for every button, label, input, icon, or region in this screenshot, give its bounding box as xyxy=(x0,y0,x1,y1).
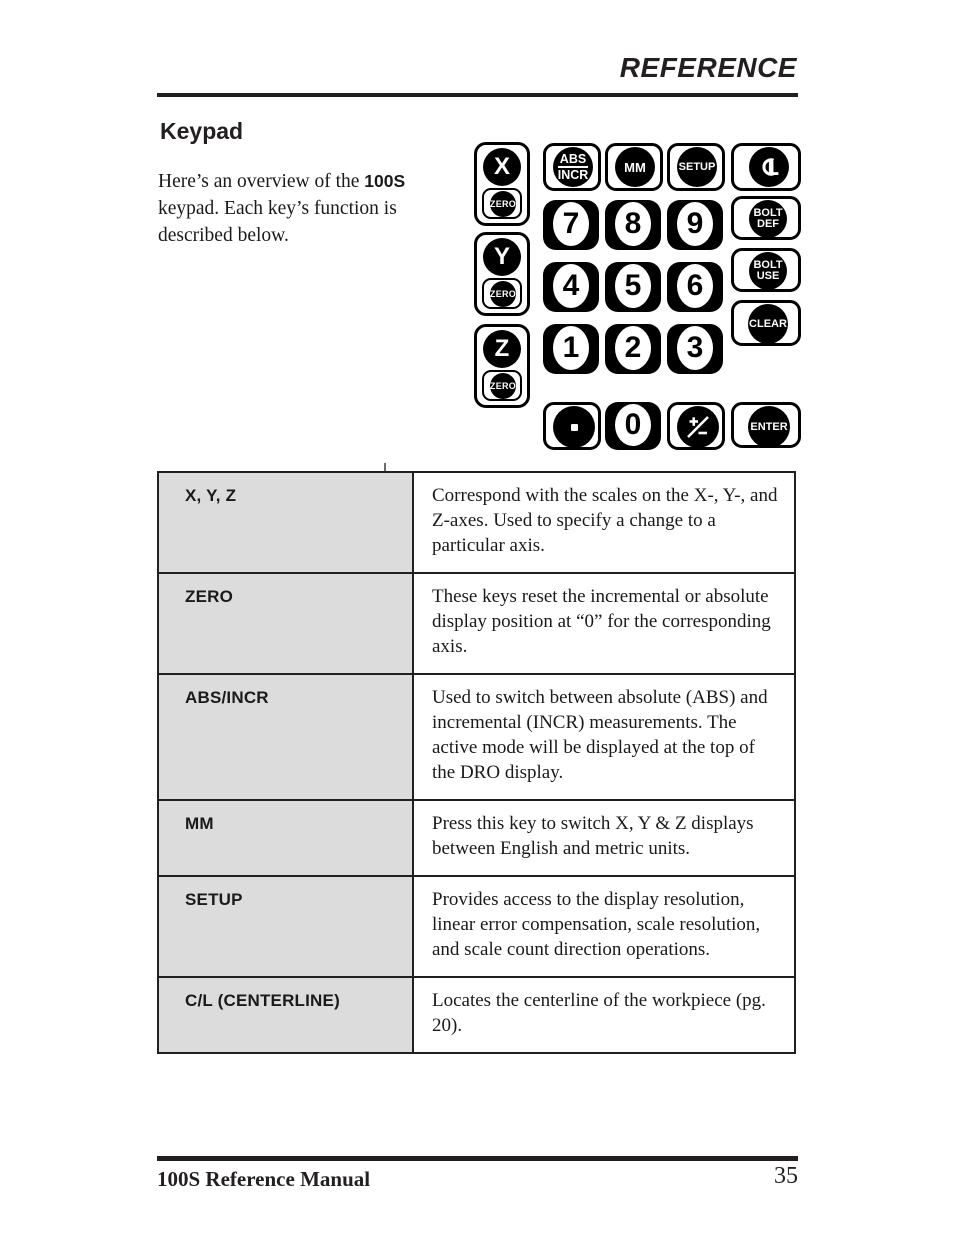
numeric-key-1-label: 1 xyxy=(553,326,589,370)
footer-manual-title: 100S Reference Manual xyxy=(157,1167,371,1191)
bolt-use-key-label-bottom: USE xyxy=(756,270,780,282)
numeric-key-2[interactable]: 2 xyxy=(605,324,661,374)
numeric-key-0[interactable]: 0 xyxy=(605,402,661,450)
bolt-use-key[interactable]: BOLT USE xyxy=(731,248,801,292)
table-row: C/L (CENTERLINE) Locates the centerline … xyxy=(157,976,796,1054)
numeric-key-6[interactable]: 6 xyxy=(667,262,723,312)
decimal-point-icon xyxy=(570,423,578,431)
numeric-key-8[interactable]: 8 xyxy=(605,200,661,250)
abs-incr-key-label-top: ABS xyxy=(557,152,589,168)
section-header-label: REFERENCE xyxy=(619,52,797,83)
abs-incr-key[interactable]: ABS INCR xyxy=(543,143,601,191)
zero-key-y-label: ZERO xyxy=(490,281,516,307)
numeric-key-4[interactable]: 4 xyxy=(543,262,599,312)
numeric-key-9-label: 9 xyxy=(677,202,713,246)
decimal-point-key[interactable] xyxy=(543,402,601,450)
numeric-key-1[interactable]: 1 xyxy=(543,324,599,374)
setup-key[interactable]: SETUP xyxy=(667,143,725,191)
table-cell-description: Used to switch between absolute (ABS) an… xyxy=(412,673,796,801)
intro-text-before: Here’s an overview of the xyxy=(158,171,365,192)
enter-key[interactable]: ENTER xyxy=(731,402,801,448)
table-row: SETUP Provides access to the display res… xyxy=(157,875,796,978)
intro-text-after: keypad. Each key’s function is described… xyxy=(158,198,397,246)
intro-model-name: 100S xyxy=(364,171,406,191)
keypad-function-table: X, Y, Z Correspond with the scales on th… xyxy=(157,471,796,1054)
centerline-key[interactable] xyxy=(731,143,801,191)
table-cell-key: SETUP xyxy=(157,875,414,978)
numeric-key-3[interactable]: 3 xyxy=(667,324,723,374)
numeric-key-4-label: 4 xyxy=(553,264,589,308)
table-row: X, Y, Z Correspond with the scales on th… xyxy=(157,471,796,574)
numeric-key-7[interactable]: 7 xyxy=(543,200,599,250)
footer-page-number: 35 xyxy=(774,1163,798,1189)
numeric-key-5-label: 5 xyxy=(615,264,651,308)
mm-key-label: MM xyxy=(615,147,655,187)
header-divider-rule xyxy=(157,93,798,97)
table-row: ABS/INCR Used to switch between absolute… xyxy=(157,673,796,801)
footer-divider-rule xyxy=(157,1156,798,1161)
axis-key-y-label: Y xyxy=(483,238,521,276)
page-header: REFERENCE xyxy=(157,52,797,84)
axis-key-y[interactable]: Y ZERO xyxy=(474,232,530,316)
numeric-key-8-label: 8 xyxy=(615,202,651,246)
axis-key-x[interactable]: X ZERO xyxy=(474,142,530,226)
numeric-key-6-label: 6 xyxy=(677,264,713,308)
numeric-key-9[interactable]: 9 xyxy=(667,200,723,250)
abs-incr-key-label-bottom: INCR xyxy=(557,168,589,182)
table-cell-description: Correspond with the scales on the X-, Y-… xyxy=(412,471,796,574)
table-cell-key: ABS/INCR xyxy=(157,673,414,801)
abs-incr-key-face: ABS INCR xyxy=(553,147,593,187)
zero-key-x[interactable]: ZERO xyxy=(482,188,522,219)
numeric-key-5[interactable]: 5 xyxy=(605,262,661,312)
table-cell-key: X, Y, Z xyxy=(157,471,414,574)
mm-key[interactable]: MM xyxy=(605,143,663,191)
table-bottom-double-rule xyxy=(157,976,796,978)
table-cell-description: Press this key to switch X, Y & Z displa… xyxy=(412,799,796,877)
bolt-def-key-label-bottom: DEF xyxy=(757,218,779,230)
table-cell-key: C/L (CENTERLINE) xyxy=(157,976,414,1054)
numeric-key-7-label: 7 xyxy=(553,202,589,246)
enter-key-label: ENTER xyxy=(748,406,790,448)
keypad-diagram: X ZERO Y ZERO Z ZERO ABS INCR MM SETUP B… xyxy=(470,138,806,454)
axis-key-z-label: Z xyxy=(483,330,521,368)
bolt-use-key-face: BOLT USE xyxy=(749,252,787,290)
numeric-key-3-label: 3 xyxy=(677,326,713,370)
setup-key-label: SETUP xyxy=(677,147,717,187)
bolt-def-key[interactable]: BOLT DEF xyxy=(731,196,801,240)
table-cell-description: These keys reset the incremental or abso… xyxy=(412,572,796,675)
zero-key-x-label: ZERO xyxy=(490,191,516,217)
bolt-def-key-face: BOLT DEF xyxy=(749,200,787,238)
intro-paragraph: Here’s an overview of the 100S keypad. E… xyxy=(158,168,458,249)
clear-key[interactable]: CLEAR xyxy=(731,300,801,346)
numeric-key-0-label: 0 xyxy=(615,404,651,446)
zero-key-y[interactable]: ZERO xyxy=(482,278,522,309)
zero-key-z[interactable]: ZERO xyxy=(482,370,522,401)
plus-minus-key[interactable] xyxy=(667,402,725,450)
centerline-icon xyxy=(749,147,789,187)
table-cell-key: MM xyxy=(157,799,414,877)
axis-key-z[interactable]: Z ZERO xyxy=(474,324,530,408)
table-cell-description: Provides access to the display resolutio… xyxy=(412,875,796,978)
table-row: ZERO These keys reset the incremental or… xyxy=(157,572,796,675)
axis-key-x-label: X xyxy=(483,148,521,186)
table-cell-description: Locates the centerline of the workpiece … xyxy=(412,976,796,1054)
table-row: MM Press this key to switch X, Y & Z dis… xyxy=(157,799,796,877)
decimal-point-key-face xyxy=(553,406,595,448)
plus-minus-icon xyxy=(677,406,719,448)
zero-key-z-label: ZERO xyxy=(490,373,516,399)
numeric-key-2-label: 2 xyxy=(615,326,651,370)
table-cell-key: ZERO xyxy=(157,572,414,675)
clear-key-label: CLEAR xyxy=(748,304,788,344)
page-title: Keypad xyxy=(160,118,244,144)
